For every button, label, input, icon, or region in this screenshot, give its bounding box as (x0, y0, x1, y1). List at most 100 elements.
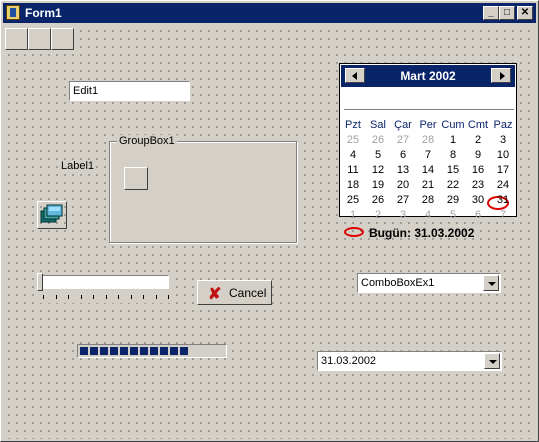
calendar-day[interactable]: 26 (366, 194, 390, 206)
calendar-day[interactable]: 10 (491, 149, 515, 161)
progress-block (180, 347, 188, 355)
minimize-button[interactable]: _ (483, 6, 499, 20)
chevron-down-icon[interactable] (483, 275, 499, 291)
toolbar-button-3[interactable] (51, 28, 74, 50)
weekday-header: Cmt (467, 119, 489, 131)
calendar-day[interactable]: 25 (341, 134, 365, 146)
groupbox1-caption: GroupBox1 (117, 135, 177, 147)
calendar-day[interactable]: 14 (416, 164, 440, 176)
calendar-divider (344, 109, 514, 110)
comboboxex1[interactable]: ComboBoxEx1 (357, 273, 501, 293)
toolbar-button-2[interactable] (28, 28, 51, 50)
progress-block (140, 347, 148, 355)
calendar-day[interactable]: 4 (416, 209, 440, 221)
calendar-day[interactable]: 24 (491, 179, 515, 191)
weekday-header: Çar (394, 119, 412, 131)
calendar-day[interactable]: 12 (366, 164, 390, 176)
calendar-day[interactable]: 7 (491, 209, 515, 221)
trackbar-tick (68, 295, 69, 299)
trackbar-track (41, 275, 169, 289)
date-picker-value: 31.03.2002 (321, 355, 377, 367)
calendar-day[interactable]: 30 (466, 194, 490, 206)
weekday-header: Pzt (345, 119, 361, 131)
calendar-day[interactable]: 4 (341, 149, 365, 161)
calendar-day[interactable]: 26 (366, 134, 390, 146)
trackbar-tick (93, 295, 94, 299)
maximize-button[interactable]: □ (499, 6, 515, 20)
calendar-day[interactable]: 1 (441, 134, 465, 146)
calendar-day[interactable]: 21 (416, 179, 440, 191)
chevron-down-icon[interactable] (484, 353, 500, 369)
calendar-day[interactable]: 9 (466, 149, 490, 161)
weekday-header: Per (419, 119, 437, 131)
calendar-day[interactable]: 2 (466, 134, 490, 146)
calendar-day[interactable]: 3 (491, 134, 515, 146)
calendar-day[interactable]: 27 (391, 134, 415, 146)
progress-block (100, 347, 108, 355)
trackbar-tick (155, 295, 157, 299)
groupbox-button[interactable] (124, 167, 148, 190)
trackbar-tick (105, 295, 107, 299)
today-label[interactable]: Bugün: 31.03.2002 (369, 226, 474, 240)
trackbar-tick (55, 295, 57, 299)
progress-bar (77, 344, 227, 358)
trackbar-tick (118, 295, 119, 299)
trackbar-tick (143, 295, 144, 299)
date-time-picker[interactable]: 31.03.2002 (317, 351, 502, 371)
groupbox1: GroupBox1 (109, 135, 297, 243)
calendar-day[interactable]: 7 (416, 149, 440, 161)
calendar-header: Mart 2002 (341, 65, 515, 87)
label1: Label1 (61, 160, 95, 172)
calendar-day[interactable]: 16 (466, 164, 490, 176)
trackbar[interactable] (36, 273, 172, 303)
progress-block (80, 347, 88, 355)
progress-block (130, 347, 138, 355)
title-bar[interactable]: Form1 _ □ ✕ (3, 3, 536, 23)
close-button[interactable]: ✕ (517, 6, 533, 20)
calendar-day[interactable]: 8 (441, 149, 465, 161)
trackbar-thumb[interactable] (37, 273, 43, 291)
calendar-day[interactable]: 3 (391, 209, 415, 221)
progress-block (170, 347, 178, 355)
trackbar-tick (168, 295, 169, 299)
calendar-day[interactable]: 18 (341, 179, 365, 191)
calendar-day[interactable]: 28 (416, 134, 440, 146)
edit1-input[interactable]: Edit1 (69, 81, 190, 101)
calendar-day[interactable]: 29 (441, 194, 465, 206)
calendar-day[interactable]: 19 (366, 179, 390, 191)
month-calendar[interactable]: Mart 2002 Bugün: 31.03.2002 Pzt Sal Çar Per… (339, 63, 517, 240)
next-month-button[interactable] (491, 68, 511, 83)
comboboxex1-value: ComboBoxEx1 (361, 277, 435, 289)
toolbar-button-1[interactable] (5, 28, 28, 50)
calendar-day[interactable]: 5 (366, 149, 390, 161)
calendar-day[interactable]: 11 (341, 164, 365, 176)
form-client-area: Edit1 Label1 GroupBox1 ✘ Cancel ComboBox… (3, 25, 536, 439)
window-title: Form1 (25, 6, 62, 20)
calendar-day[interactable]: 15 (441, 164, 465, 176)
calendar-day[interactable]: 13 (391, 164, 415, 176)
calendar-day[interactable]: 22 (441, 179, 465, 191)
progress-block (90, 347, 98, 355)
calendar-month-title[interactable]: Mart 2002 (341, 69, 515, 83)
calendar-day[interactable]: 20 (391, 179, 415, 191)
calendar-day[interactable]: 6 (466, 209, 490, 221)
calendar-day[interactable]: 5 (441, 209, 465, 221)
cancel-button[interactable]: ✘ Cancel (197, 280, 272, 305)
weekday-header: Cum (441, 119, 465, 131)
calendar-day[interactable]: 28 (416, 194, 440, 206)
progress-block (120, 347, 128, 355)
image-list-icon[interactable] (37, 201, 67, 229)
calendar-day[interactable]: 31 (491, 194, 515, 206)
calendar-day[interactable]: 27 (391, 194, 415, 206)
calendar-day[interactable]: 2 (366, 209, 390, 221)
calendar-day[interactable]: 6 (391, 149, 415, 161)
weekday-header: Sal (370, 119, 386, 131)
calendar-day[interactable]: 17 (491, 164, 515, 176)
calendar-day[interactable]: 23 (466, 179, 490, 191)
trackbar-tick (43, 295, 44, 299)
trackbar-tick (80, 295, 82, 299)
calendar-day[interactable]: 25 (341, 194, 365, 206)
app-icon[interactable] (6, 5, 20, 20)
calendar-day[interactable]: 1 (341, 209, 365, 221)
cross-icon: ✘ (208, 286, 222, 303)
